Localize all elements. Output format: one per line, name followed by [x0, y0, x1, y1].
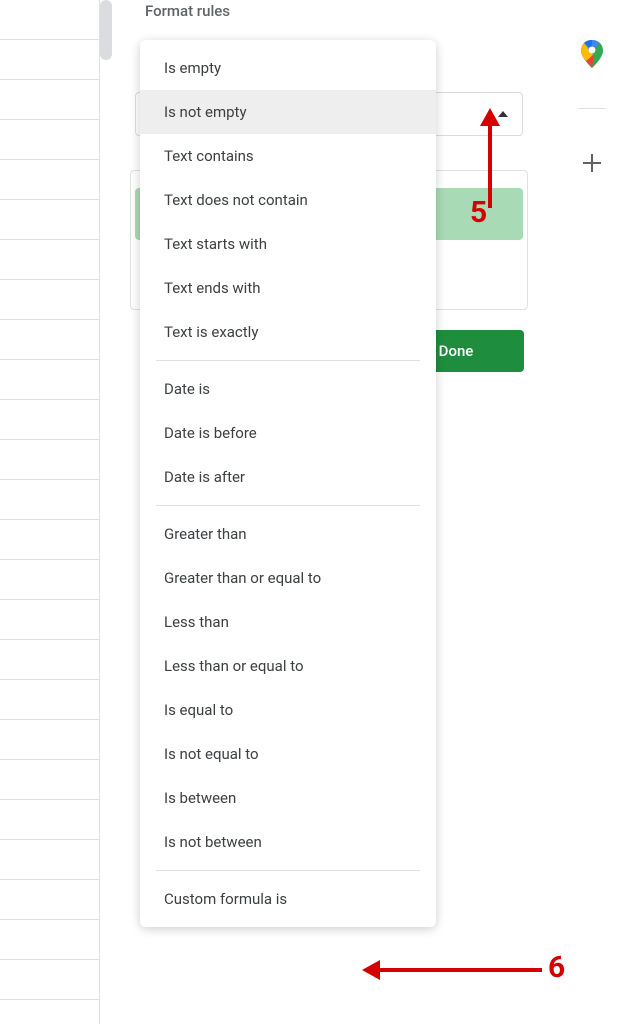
dropdown-item[interactable]: Date is — [140, 367, 436, 411]
dropdown-item[interactable]: Is between — [140, 776, 436, 820]
sheet-cell[interactable] — [0, 40, 99, 80]
sheet-cell[interactable] — [0, 800, 99, 840]
sheet-cell[interactable] — [0, 680, 99, 720]
sheet-cell[interactable] — [0, 720, 99, 760]
sheet-cell[interactable] — [0, 760, 99, 800]
maps-icon[interactable] — [578, 40, 606, 68]
sheet-cell[interactable] — [0, 920, 99, 960]
sheet-cell[interactable] — [0, 200, 99, 240]
dropdown-divider — [156, 505, 420, 506]
dropdown-item[interactable]: Is not empty — [140, 90, 436, 134]
dropdown-item[interactable]: Custom formula is — [140, 877, 436, 921]
annotation-arrow-6 — [362, 958, 542, 982]
sheet-cell[interactable] — [0, 240, 99, 280]
sheet-cell[interactable] — [0, 600, 99, 640]
dropdown-item[interactable]: Less than or equal to — [140, 644, 436, 688]
scrollbar-thumb[interactable] — [100, 0, 112, 60]
sheet-cell[interactable] — [0, 400, 99, 440]
sheet-cell[interactable] — [0, 440, 99, 480]
dropdown-divider — [156, 360, 420, 361]
chevron-up-icon — [498, 111, 508, 117]
sheet-cell[interactable] — [0, 840, 99, 880]
dropdown-item[interactable]: Is not between — [140, 820, 436, 864]
dropdown-item[interactable]: Greater than or equal to — [140, 556, 436, 600]
dropdown-item[interactable]: Is empty — [140, 46, 436, 90]
dropdown-item[interactable]: Is not equal to — [140, 732, 436, 776]
sheet-cell[interactable] — [0, 520, 99, 560]
sheet-cell[interactable] — [0, 880, 99, 920]
sheet-cell[interactable] — [0, 320, 99, 360]
dropdown-item[interactable]: Is equal to — [140, 688, 436, 732]
sheet-cell[interactable] — [0, 120, 99, 160]
annotation-label-6: 6 — [548, 950, 565, 985]
dropdown-item[interactable]: Text contains — [140, 134, 436, 178]
sheet-cell[interactable] — [0, 0, 99, 40]
sheet-cell[interactable] — [0, 160, 99, 200]
sheet-cell[interactable] — [0, 480, 99, 520]
sheet-cell[interactable] — [0, 960, 99, 1000]
dropdown-item[interactable]: Less than — [140, 600, 436, 644]
dropdown-item[interactable]: Text ends with — [140, 266, 436, 310]
condition-dropdown: Is emptyIs not emptyText containsText do… — [140, 40, 436, 927]
done-label: Done — [439, 342, 474, 360]
sheet-cell[interactable] — [0, 280, 99, 320]
dropdown-item[interactable]: Text starts with — [140, 222, 436, 266]
sheet-cell[interactable] — [0, 80, 99, 120]
divider — [578, 108, 606, 109]
dropdown-item[interactable]: Greater than — [140, 512, 436, 556]
panel-title: Format rules — [145, 2, 530, 20]
sheet-cell[interactable] — [0, 560, 99, 600]
dropdown-item[interactable]: Text does not contain — [140, 178, 436, 222]
sheet-cell[interactable] — [0, 360, 99, 400]
plus-icon[interactable] — [578, 149, 606, 177]
dropdown-item[interactable]: Date is before — [140, 411, 436, 455]
side-panel-toolbar — [572, 40, 612, 177]
dropdown-divider — [156, 870, 420, 871]
dropdown-item[interactable]: Text is exactly — [140, 310, 436, 354]
sheet-cell[interactable] — [0, 640, 99, 680]
spreadsheet-rows — [0, 0, 100, 1024]
dropdown-item[interactable]: Date is after — [140, 455, 436, 499]
format-rules-panel: Format rules — [130, 2, 530, 32]
